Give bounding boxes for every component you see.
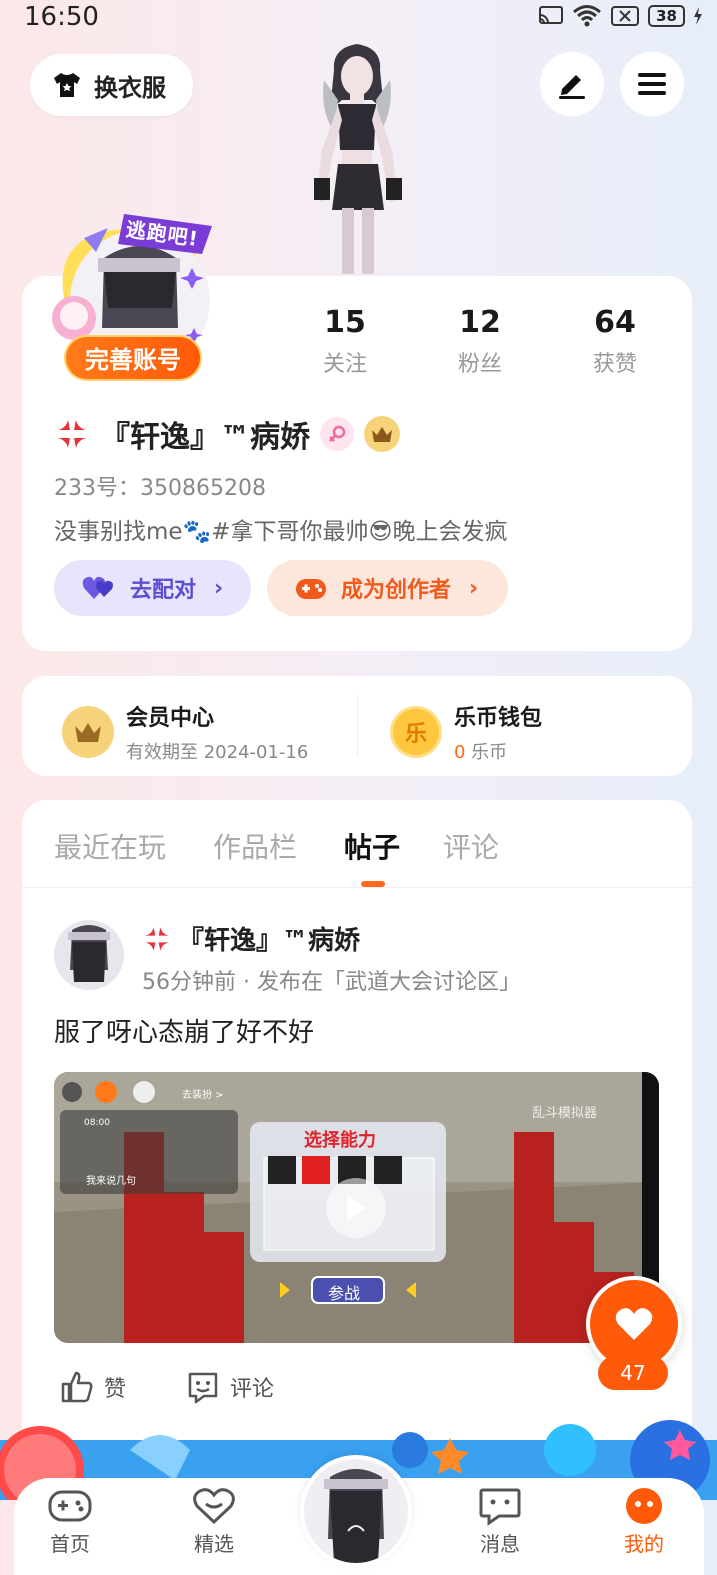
floating-like-count: 47 <box>598 1356 668 1390</box>
vip-center-entry[interactable]: 会员中心 有效期至 2024-01-16 <box>62 700 308 764</box>
nav-mine[interactable]: 我的 <box>604 1486 684 1557</box>
avatar-3d-figure[interactable] <box>294 40 420 278</box>
match-label: 去配对 <box>130 578 197 603</box>
menu-button[interactable] <box>620 52 684 116</box>
become-creator-button[interactable]: 成为创作者 › <box>267 560 508 616</box>
following-stat[interactable]: 15 关注 <box>290 305 400 378</box>
hearts-icon <box>82 576 113 599</box>
thumbs-up-icon <box>61 1371 93 1403</box>
video-watermark: 乱斗模拟器 <box>532 1106 598 1121</box>
battery-indicator: 38 <box>648 5 685 27</box>
gamepad-icon <box>296 579 326 599</box>
member-divider <box>357 694 358 756</box>
sim-off-icon <box>611 6 640 26</box>
likes-count: 64 <box>594 305 636 340</box>
nav-featured-label: 精选 <box>194 1532 234 1556</box>
tab-divider <box>22 887 692 888</box>
followers-stat[interactable]: 12 粉丝 <box>425 305 535 378</box>
tab-comments[interactable]: 评论 <box>443 826 499 866</box>
anger-mark-icon <box>58 420 86 448</box>
nav-messages[interactable]: 消息 <box>460 1486 540 1557</box>
status-time: 16:50 <box>24 2 99 32</box>
wallet-amount: 0 <box>454 742 466 763</box>
tab-recently-played[interactable]: 最近在玩 <box>54 826 166 866</box>
followers-count: 12 <box>459 305 501 340</box>
profile-face-icon <box>626 1488 662 1524</box>
change-outfit-label: 换衣服 <box>94 73 166 102</box>
vip-crown-icon[interactable] <box>364 416 400 452</box>
message-icon <box>479 1488 521 1526</box>
wallet-entry[interactable]: 乐 乐币钱包 0 乐币 <box>390 700 542 764</box>
post-author-avatar[interactable] <box>54 920 124 990</box>
user-bio: 没事别找me🐾#拿下哥你最帅😎晚上会发疯 <box>54 519 508 545</box>
coin-char: 乐 <box>404 722 427 747</box>
chevron-right-icon: › <box>469 575 479 601</box>
vip-center-title: 会员中心 <box>126 706 215 731</box>
shirt-icon <box>54 73 80 97</box>
wifi-icon <box>573 5 602 27</box>
edit-button[interactable] <box>540 52 604 116</box>
post-author-row[interactable]: 『轩逸』™病娇 <box>142 920 360 957</box>
pen-icon <box>559 75 585 99</box>
video-timer: 08:00 <box>84 1118 110 1128</box>
complete-account-button[interactable]: 完善账号 <box>64 335 202 381</box>
nav-mine-label: 我的 <box>624 1532 664 1556</box>
nav-avatar-center[interactable] <box>300 1455 412 1567</box>
username-row: 『轩逸』™病娇 <box>54 412 400 456</box>
status-icons: 38 <box>538 4 703 28</box>
username: 『轩逸』™病娇 <box>100 420 310 455</box>
post-meta[interactable]: 56分钟前 · 发布在「武道大会讨论区」 <box>142 964 521 996</box>
nav-home-label: 首页 <box>50 1532 90 1556</box>
anger-mark-icon <box>145 926 169 951</box>
wallet-unit: 乐币 <box>465 742 508 763</box>
comment-button[interactable]: 评论 <box>186 1370 274 1404</box>
coin-icon: 乐 <box>390 706 442 758</box>
heart-icon <box>615 1308 653 1340</box>
change-outfit-button[interactable]: 换衣服 <box>30 54 193 116</box>
heart-chat-icon <box>193 1488 235 1525</box>
play-button[interactable] <box>326 1178 386 1238</box>
hamburger-icon <box>638 73 666 95</box>
user-id: 233号：350865208 <box>54 476 266 501</box>
comment-icon <box>188 1372 218 1404</box>
nav-home[interactable]: 首页 <box>30 1486 110 1557</box>
nav-messages-label: 消息 <box>480 1532 520 1556</box>
become-creator-label: 成为创作者 <box>341 578 452 603</box>
chevron-right-icon: › <box>214 575 224 601</box>
tab-posts[interactable]: 帖子 <box>344 826 400 866</box>
tab-works[interactable]: 作品栏 <box>213 826 297 866</box>
like-button[interactable]: 赞 <box>60 1370 126 1404</box>
female-icon <box>320 417 354 451</box>
video-choose-ability: 选择能力 <box>304 1130 376 1151</box>
video-chat-input: 我来说几句 <box>86 1176 136 1187</box>
likes-label: 获赞 <box>592 352 637 377</box>
video-dress-label: 去装扮 > <box>182 1090 224 1101</box>
comment-label: 评论 <box>230 1377 275 1402</box>
followers-label: 粉丝 <box>457 352 502 377</box>
crown-icon <box>62 706 114 758</box>
vip-expiry: 有效期至 2024-01-16 <box>126 742 309 763</box>
charging-icon <box>694 7 702 25</box>
likes-stat[interactable]: 64 获赞 <box>560 305 670 378</box>
wallet-title: 乐币钱包 <box>454 706 543 731</box>
following-label: 关注 <box>322 352 367 377</box>
cast-icon <box>539 6 564 24</box>
match-button[interactable]: 去配对 › <box>54 560 251 616</box>
post-author-name: 『轩逸』™病娇 <box>178 926 361 956</box>
gamepad-icon <box>48 1490 92 1522</box>
like-label: 赞 <box>104 1377 127 1402</box>
play-icon <box>347 1196 367 1220</box>
video-join-label: 参战 <box>328 1284 361 1303</box>
following-count: 15 <box>324 305 366 340</box>
nav-featured[interactable]: 精选 <box>174 1486 254 1557</box>
post-text[interactable]: 服了呀心态崩了好不好 <box>54 1012 314 1049</box>
